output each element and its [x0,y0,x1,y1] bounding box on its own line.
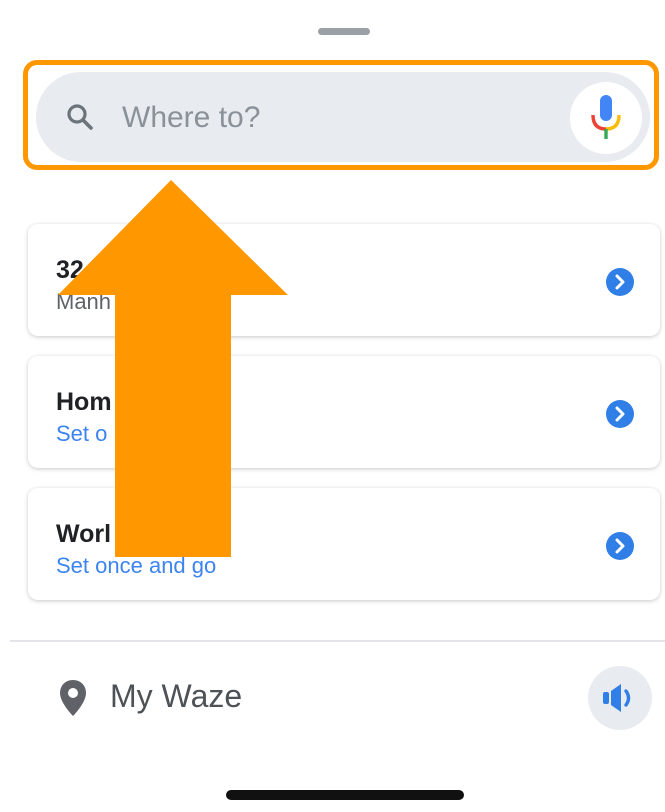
search-highlight-frame [23,60,659,170]
chevron-right-icon[interactable] [606,400,634,428]
card-title: Hom [56,388,112,416]
card-subtitle-end: o [216,421,229,446]
work-card[interactable]: Worl Set once and go [28,488,660,600]
my-waze-button[interactable]: My Waze [110,678,242,715]
bottom-bar [10,642,665,812]
card-title: 32 [56,256,84,284]
chevron-right-icon[interactable] [606,532,634,560]
sheet-grabber[interactable] [318,28,370,35]
sound-button[interactable] [588,666,652,730]
card-title: Worl [56,520,112,548]
chevron-right-icon[interactable] [606,268,634,296]
location-pin-icon [60,680,86,716]
card-subtitle: Set o o [56,421,228,447]
home-card[interactable]: Hom Set o o [28,356,660,468]
home-indicator [226,790,464,800]
recent-destination-card[interactable]: 32 Manh [28,224,660,336]
card-subtitle: Manh [56,289,112,314]
card-subtitle-start: Set o [56,421,108,446]
card-subtitle: Set once and go [56,553,217,578]
speaker-icon [603,684,631,712]
